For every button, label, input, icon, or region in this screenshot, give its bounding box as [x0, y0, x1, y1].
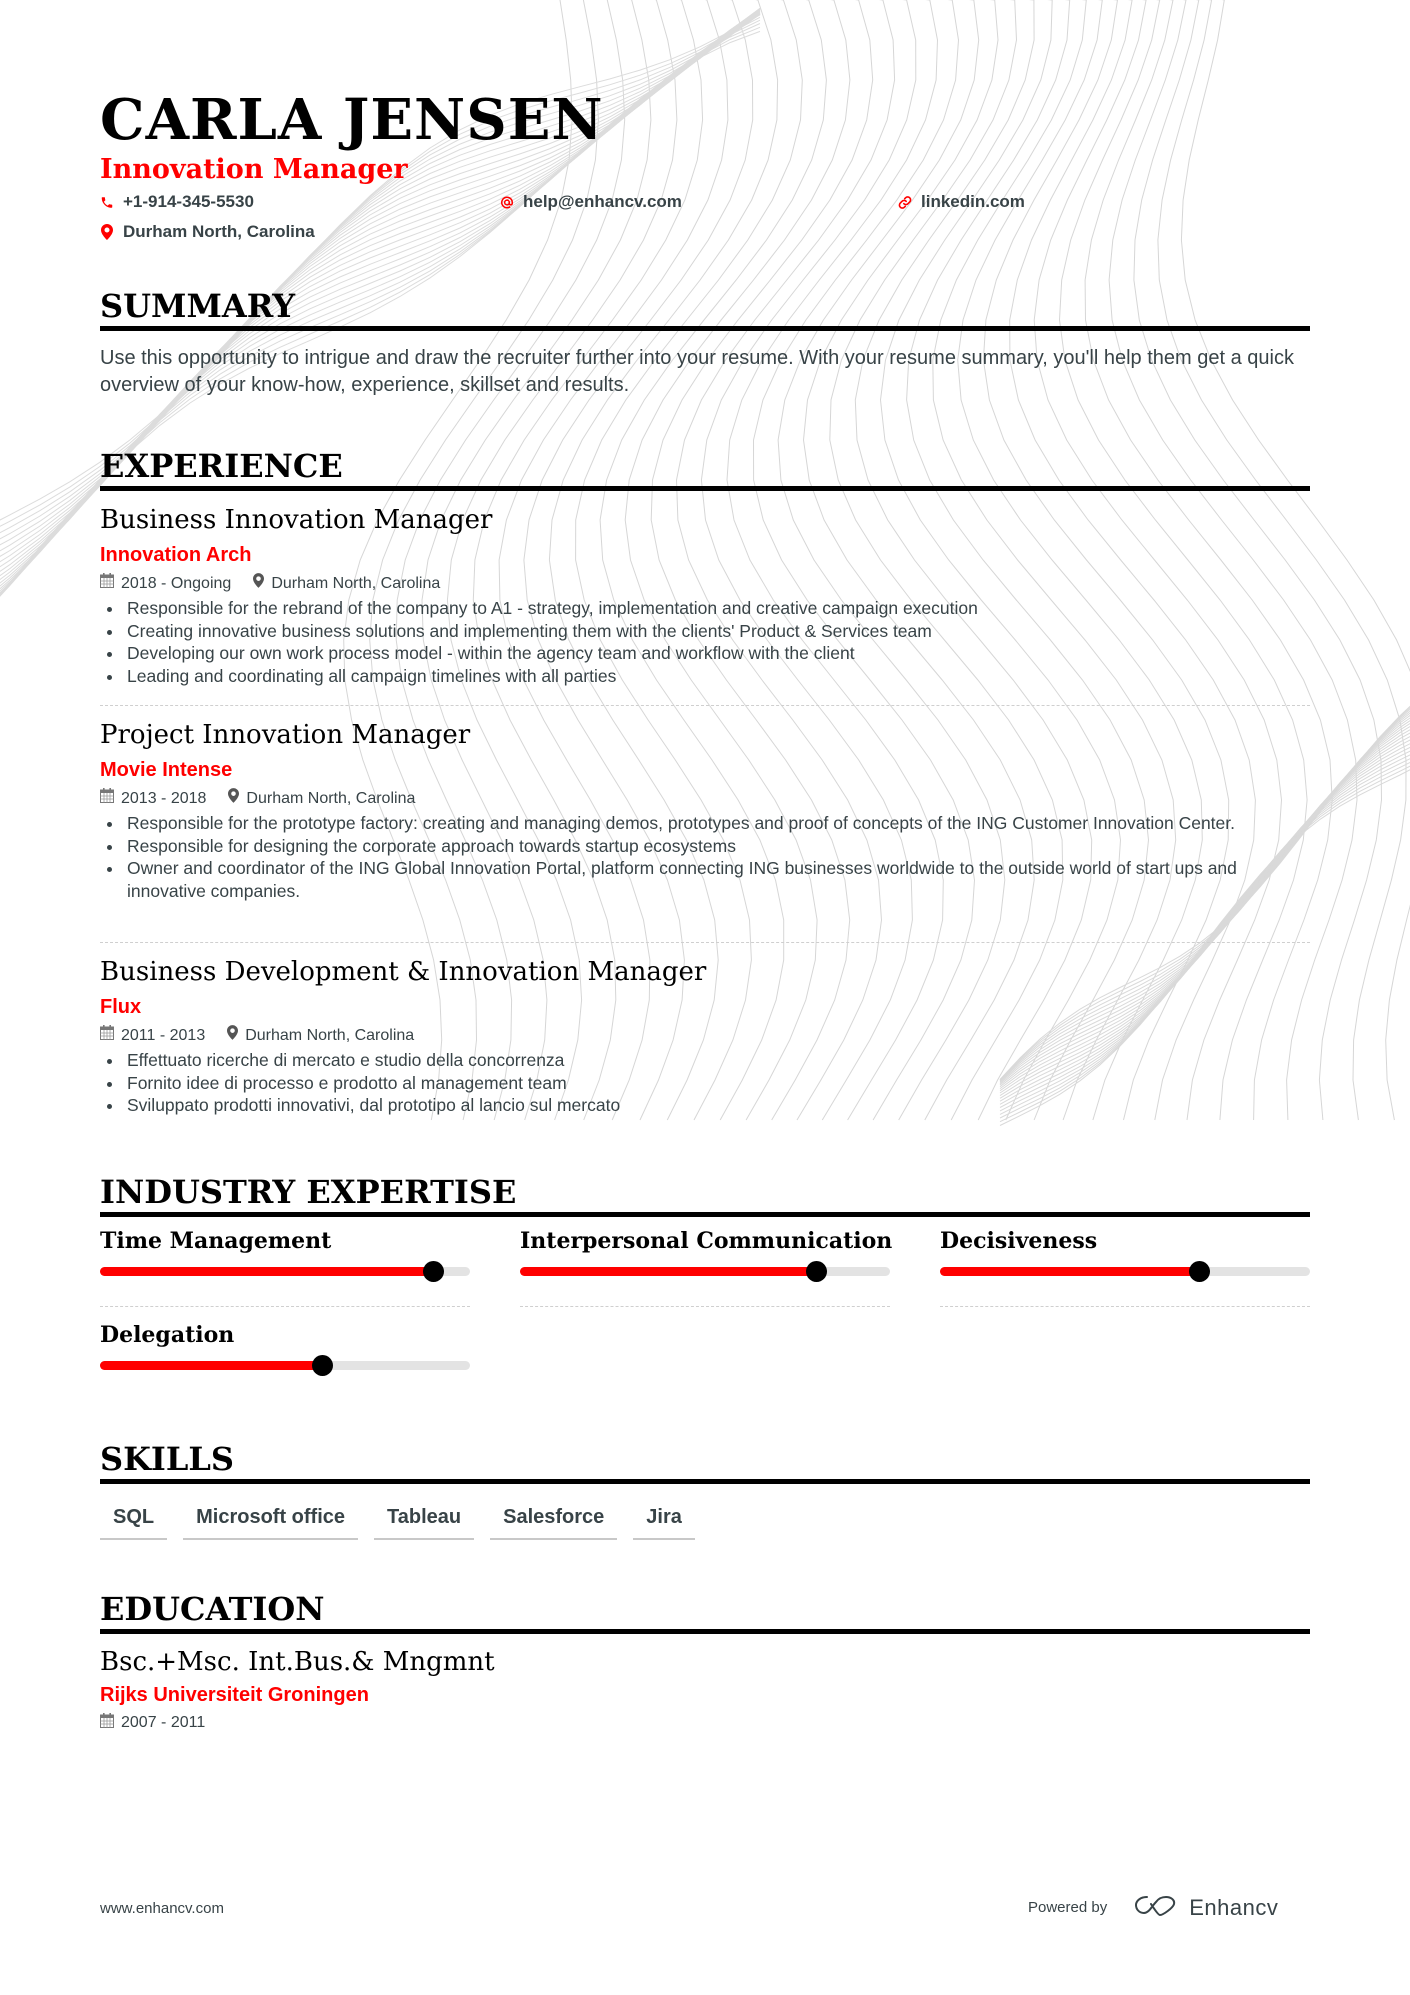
skills-list: SQL Microsoft office Tableau Salesforce … — [100, 1500, 695, 1540]
job-title: Business Innovation Manager — [100, 505, 493, 535]
email-text: help@enhancv.com — [523, 192, 682, 211]
job-entry: Project Innovation Manager Movie Intense… — [100, 718, 1310, 902]
education-entry: Bsc.+Msc. Int.Bus.& Mngmnt Rijks Univers… — [100, 1645, 495, 1733]
expertise-label: Interpersonal Communication — [520, 1228, 893, 1254]
expertise-slider-fill — [520, 1267, 816, 1276]
map-pin-icon — [228, 788, 240, 810]
expertise-divider — [940, 1306, 1310, 1307]
section-heading-education: EDUCATION — [100, 1589, 1310, 1634]
skill-tag: Jira — [633, 1500, 695, 1540]
candidate-name: CARLA JENSEN — [100, 87, 604, 153]
job-dates: 2018 - Ongoing — [100, 573, 231, 595]
expertise-slider-track — [520, 1261, 890, 1282]
job-entry: Business Development & Innovation Manage… — [100, 955, 1310, 1117]
job-bullets: Responsible for the prototype factory: c… — [100, 812, 1310, 902]
map-pin-icon — [253, 573, 265, 595]
expertise-divider — [100, 1306, 470, 1307]
expertise-slider-knob — [1189, 1261, 1210, 1282]
phone-icon — [100, 194, 114, 210]
link-icon — [898, 194, 912, 210]
expertise-item: Interpersonal Communication — [520, 1227, 893, 1282]
expertise-slider-knob — [423, 1261, 444, 1282]
section-heading-industry-expertise: INDUSTRY EXPERTISE — [100, 1172, 1310, 1217]
linkedin-text: linkedin.com — [921, 192, 1025, 211]
calendar-icon — [100, 1025, 114, 1047]
job-bullet: Developing our own work process model - … — [100, 642, 1310, 665]
calendar-icon — [100, 1713, 114, 1733]
job-dates: 2013 - 2018 — [100, 788, 206, 810]
job-company: Flux — [100, 996, 142, 1018]
map-pin-icon — [100, 224, 114, 240]
skill-tag: Tableau — [374, 1500, 475, 1540]
job-title: Business Development & Innovation Manage… — [100, 957, 707, 987]
expertise-slider-knob — [806, 1261, 827, 1282]
job-dates: 2011 - 2013 — [100, 1025, 205, 1047]
job-bullet: Effettuato ricerche di mercato e studio … — [100, 1049, 1310, 1072]
expertise-slider-track — [100, 1355, 470, 1376]
footer-branding[interactable]: Powered by Enhancv — [1028, 1893, 1278, 1922]
candidate-title: Innovation Manager — [100, 154, 408, 185]
job-divider — [100, 705, 1310, 706]
job-location: Durham North, Carolina — [227, 1025, 414, 1047]
education-degree: Bsc.+Msc. Int.Bus.& Mngmnt — [100, 1647, 495, 1677]
expertise-slider-fill — [100, 1267, 433, 1276]
brand-name: Enhancv — [1189, 1894, 1279, 1920]
job-divider — [100, 942, 1310, 943]
education-school: Rijks Universiteit Groningen — [100, 1684, 369, 1706]
calendar-icon — [100, 573, 114, 595]
expertise-label: Time Management — [100, 1228, 332, 1254]
expertise-slider-track — [100, 1261, 470, 1282]
section-heading-experience: EXPERIENCE — [100, 446, 1310, 491]
expertise-label: Delegation — [100, 1322, 235, 1348]
education-dates: 2007 - 2011 — [100, 1713, 495, 1733]
skill-tag: Salesforce — [490, 1500, 618, 1540]
job-location: Durham North, Carolina — [253, 573, 440, 595]
contact-linkedin[interactable]: linkedin.com — [898, 192, 1025, 212]
job-bullets: Responsible for the rebrand of the compa… — [100, 597, 1310, 687]
summary-text: Use this opportunity to intrigue and dra… — [100, 347, 1294, 396]
job-bullet: Responsible for the rebrand of the compa… — [100, 597, 1310, 620]
expertise-slider-track — [940, 1261, 1310, 1282]
job-location: Durham North, Carolina — [228, 788, 415, 810]
location-text: Durham North, Carolina — [123, 222, 315, 241]
job-bullet: Fornito idee di processo e prodotto al m… — [100, 1072, 1310, 1095]
job-meta: 2011 - 2013 Durham North, Carolina — [100, 1025, 1310, 1047]
powered-by-label: Powered by — [1028, 1899, 1108, 1916]
job-bullet: Owner and coordinator of the ING Global … — [100, 857, 1310, 902]
job-entry: Business Innovation Manager Innovation A… — [100, 503, 1310, 687]
job-bullet: Responsible for the prototype factory: c… — [100, 812, 1310, 835]
at-icon — [500, 194, 514, 210]
calendar-icon — [100, 788, 114, 810]
expertise-slider-fill — [100, 1361, 322, 1370]
contact-location: Durham North, Carolina — [100, 222, 315, 242]
expertise-label: Decisiveness — [940, 1228, 1098, 1254]
contact-email[interactable]: help@enhancv.com — [500, 192, 682, 212]
enhancv-logo-icon — [1133, 1893, 1179, 1922]
job-meta: 2018 - Ongoing Durham North, Carolina — [100, 573, 1310, 595]
enhancv-logo: Enhancv — [1133, 1893, 1278, 1922]
job-bullet: Creating innovative business solutions a… — [100, 620, 1310, 643]
expertise-item: Time Management — [100, 1227, 470, 1282]
section-heading-summary: SUMMARY — [100, 286, 1310, 331]
phone-text: +1-914-345-5530 — [123, 192, 254, 211]
expertise-item: Delegation — [100, 1321, 470, 1376]
map-pin-icon — [227, 1025, 239, 1047]
job-bullet: Sviluppato prodotti innovativi, dal prot… — [100, 1094, 1310, 1117]
expertise-slider-fill — [940, 1267, 1199, 1276]
skill-tag: SQL — [100, 1500, 168, 1540]
job-bullets: Effettuato ricerche di mercato e studio … — [100, 1049, 1310, 1117]
expertise-item: Decisiveness — [940, 1227, 1310, 1282]
job-meta: 2013 - 2018 Durham North, Carolina — [100, 788, 1310, 810]
job-company: Movie Intense — [100, 759, 233, 781]
expertise-divider — [520, 1306, 890, 1307]
job-company: Innovation Arch — [100, 544, 252, 566]
job-bullet: Responsible for designing the corporate … — [100, 835, 1310, 858]
job-bullet: Leading and coordinating all campaign ti… — [100, 665, 1310, 688]
section-heading-skills: SKILLS — [100, 1439, 1310, 1484]
skill-tag: Microsoft office — [183, 1500, 359, 1540]
contact-phone[interactable]: +1-914-345-5530 — [100, 192, 254, 212]
expertise-slider-knob — [312, 1355, 333, 1376]
job-title: Project Innovation Manager — [100, 720, 471, 750]
footer-website-link[interactable]: www.enhancv.com — [100, 1900, 224, 1917]
